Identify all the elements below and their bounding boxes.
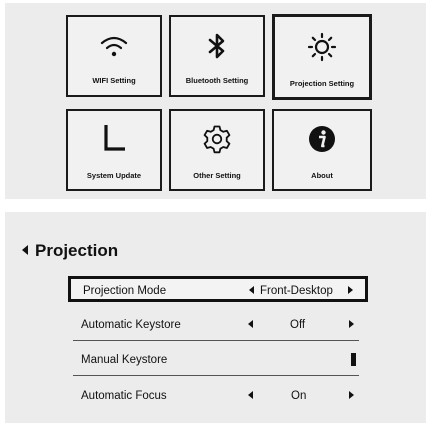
automatic-keystore-row[interactable]: Automatic Keystore Off xyxy=(68,312,368,338)
tile-label: Other Setting xyxy=(193,171,241,180)
back-arrow-icon[interactable] xyxy=(22,245,28,255)
setting-label: Manual Keystore xyxy=(81,354,168,366)
setting-value: Front-Desktop xyxy=(260,285,333,297)
right-arrow-icon[interactable] xyxy=(349,391,354,399)
setting-label: Automatic Keystore xyxy=(81,319,181,331)
projection-panel: Projection Projection Mode Front-Desktop… xyxy=(5,212,426,423)
bluetooth-icon xyxy=(171,31,263,61)
tile-label: About xyxy=(311,171,333,180)
gear-icon xyxy=(171,124,263,154)
left-arrow-icon[interactable] xyxy=(249,286,254,294)
manual-keystore-row[interactable]: Manual Keystore xyxy=(68,347,368,373)
setting-value: On xyxy=(291,390,307,402)
system-update-tile[interactable]: System Update xyxy=(66,109,162,191)
wifi-icon xyxy=(68,31,160,61)
automatic-focus-row[interactable]: Automatic Focus On xyxy=(68,383,368,409)
divider xyxy=(73,375,359,376)
other-setting-tile[interactable]: Other Setting xyxy=(169,109,265,191)
right-arrow-icon[interactable] xyxy=(349,320,354,328)
page-title-text: Projection xyxy=(35,241,119,260)
projection-mode-row[interactable]: Projection Mode Front-Desktop xyxy=(68,276,368,302)
setting-value: Off xyxy=(290,319,306,331)
about-tile[interactable]: About xyxy=(272,109,372,191)
tile-label: Projection Setting xyxy=(289,79,355,88)
info-icon xyxy=(274,124,370,154)
sun-icon xyxy=(275,32,369,62)
tile-label: System Update xyxy=(86,171,142,180)
setting-label: Projection Mode xyxy=(83,285,167,297)
projection-setting-tile[interactable]: Projection Setting xyxy=(272,14,372,100)
keystore-adjust-handle[interactable] xyxy=(351,353,356,366)
setting-label: Automatic Focus xyxy=(81,390,167,402)
page-title: Projection xyxy=(22,241,119,261)
right-arrow-icon[interactable] xyxy=(348,286,353,294)
main-menu-panel: WIFI Setting Bluetooth Setting Projectio… xyxy=(5,3,426,199)
bluetooth-setting-tile[interactable]: Bluetooth Setting xyxy=(169,15,265,97)
left-arrow-icon[interactable] xyxy=(248,320,253,328)
left-arrow-icon[interactable] xyxy=(248,391,253,399)
wifi-setting-tile[interactable]: WIFI Setting xyxy=(66,15,162,97)
tile-label: WIFI Setting xyxy=(92,76,136,85)
divider xyxy=(73,340,359,341)
tile-label: Bluetooth Setting xyxy=(185,76,249,85)
system-update-icon xyxy=(68,123,160,153)
